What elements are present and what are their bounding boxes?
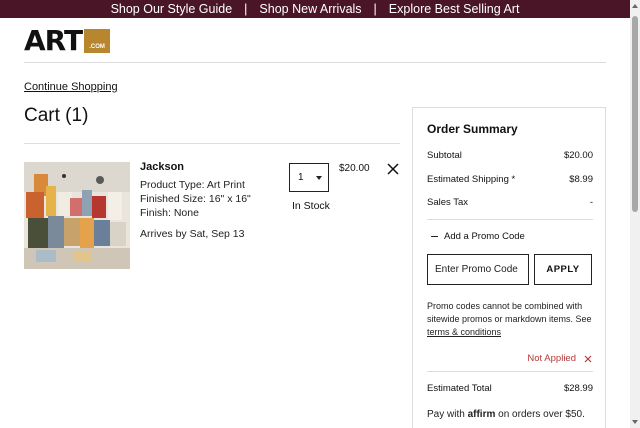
terms-link[interactable]: terms & conditions [427, 327, 501, 337]
add-promo-toggle[interactable]: Add a Promo Code [431, 231, 525, 242]
order-summary-title: Order Summary [427, 122, 518, 136]
remove-item-button[interactable] [386, 162, 400, 176]
promo-note-text: Promo codes cannot be combined with site… [427, 301, 592, 324]
header-divider [24, 62, 606, 63]
item-product-type: Product Type: Art Print [140, 179, 245, 191]
not-applied-label: Not Applied [527, 353, 576, 364]
promo-note: Promo codes cannot be combined with site… [427, 300, 595, 339]
shipping-label[interactable]: Estimated Shipping * [427, 174, 515, 185]
scroll-up-icon[interactable] [632, 4, 638, 8]
subtotal-label: Subtotal [427, 150, 462, 161]
order-summary: Order Summary Subtotal $20.00 Estimated … [412, 107, 606, 428]
style-guide-link[interactable]: Shop Our Style Guide [111, 2, 233, 16]
scrollbar-thumb[interactable] [632, 16, 638, 212]
add-promo-label: Add a Promo Code [444, 231, 525, 242]
summary-divider [427, 371, 593, 372]
item-finished-size: Finished Size: 16" x 16" [140, 193, 251, 205]
affirm-logo[interactable]: affirm [468, 409, 496, 420]
total-value: $28.99 [563, 383, 593, 394]
chevron-down-icon [315, 175, 322, 180]
site-logo[interactable]: ART .COM [24, 24, 111, 57]
quantity-value: 1 [298, 172, 304, 183]
tax-row: Sales Tax - [427, 197, 593, 208]
subtotal-row: Subtotal $20.00 [427, 150, 593, 161]
shipping-value: $8.99 [569, 174, 593, 185]
shipping-row: Estimated Shipping * $8.99 [427, 174, 593, 185]
close-icon[interactable] [584, 355, 592, 363]
promo-code-input[interactable]: Enter Promo Code [427, 254, 529, 285]
subtotal-value: $20.00 [563, 150, 593, 161]
continue-shopping-link[interactable]: Continue Shopping [24, 81, 118, 93]
new-arrivals-link[interactable]: Shop New Arrivals [259, 2, 361, 16]
quantity-select[interactable]: 1 [289, 163, 329, 192]
minus-icon [431, 235, 438, 238]
promo-status: Not Applied [527, 353, 592, 364]
total-label: Estimated Total [427, 383, 492, 394]
promo-placeholder: Enter Promo Code [435, 264, 518, 275]
logo-suffix: .COM [84, 29, 111, 53]
promo-bar: Shop Our Style Guide | Shop New Arrivals… [0, 0, 630, 18]
item-price: $20.00 [339, 163, 370, 174]
logo-wordmark: ART [24, 24, 83, 57]
page-scrollbar[interactable] [630, 0, 640, 428]
summary-divider [427, 219, 593, 220]
tax-value: - [589, 197, 593, 208]
cart-divider [24, 143, 400, 144]
tax-label: Sales Tax [427, 197, 469, 208]
apply-promo-button[interactable]: APPLY [534, 254, 592, 285]
promo-separator: | [373, 2, 377, 16]
cart-title: Cart (1) [24, 105, 89, 126]
best-selling-link[interactable]: Explore Best Selling Art [389, 2, 520, 16]
close-icon [387, 163, 399, 175]
pay-prefix: Pay with [427, 409, 465, 420]
scroll-down-icon[interactable] [632, 420, 638, 424]
item-arrival: Arrives by Sat, Sep 13 [140, 228, 245, 240]
stock-status: In Stock [292, 200, 330, 212]
promo-separator: | [244, 2, 248, 16]
total-row: Estimated Total $28.99 [427, 383, 593, 394]
artwork-thumbnail[interactable] [24, 162, 130, 269]
item-name[interactable]: Jackson [140, 161, 184, 173]
item-finish: Finish: None [140, 207, 199, 219]
affirm-message: Pay with affirm on orders over $50. [427, 409, 585, 420]
pay-suffix: on orders over $50. [498, 409, 585, 420]
